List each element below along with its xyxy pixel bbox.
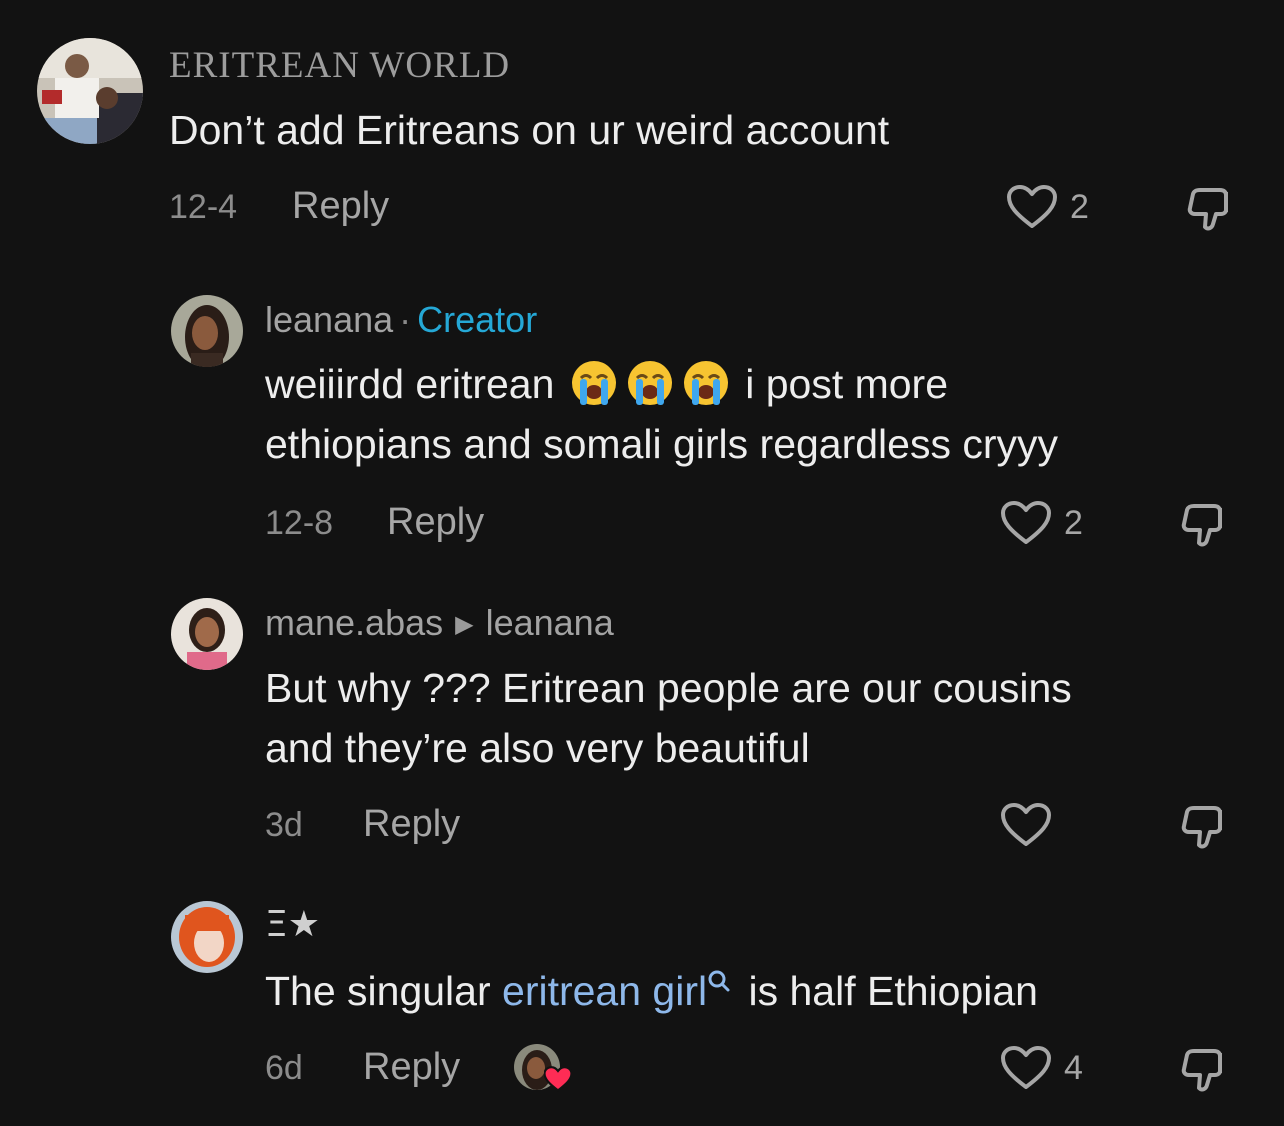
loudly-crying-face-emoji	[571, 361, 616, 406]
reply-to-name[interactable]: leanana	[486, 602, 614, 643]
comment-text: The singular eritrean girl is half Ethio…	[265, 961, 1038, 1021]
comment-date: 6d	[265, 1049, 303, 1087]
loudly-crying-face-emoji	[683, 361, 728, 406]
like-count: 2	[1064, 504, 1083, 542]
comment-text: Don’t add Eritreans on ur weird account	[169, 107, 890, 153]
comment-date: 3d	[265, 806, 303, 844]
avatar[interactable]	[37, 38, 143, 144]
reply-button[interactable]: Reply	[387, 501, 484, 544]
thumbs-down-icon[interactable]	[1186, 184, 1236, 234]
avatar[interactable]	[171, 901, 243, 973]
comment-author[interactable]: ERITREAN WORLD	[169, 44, 510, 87]
loudly-crying-face-emoji	[627, 361, 672, 406]
author-name[interactable]: leanana	[265, 299, 393, 340]
like-count: 2	[1070, 188, 1089, 226]
heart-icon	[544, 1066, 572, 1092]
separator: ·	[399, 299, 412, 340]
comment-text: But why ??? Eritrean people are our cous…	[265, 658, 1072, 778]
comment-text-part: weiiirdd eritrean	[265, 361, 555, 407]
reply-button[interactable]: Reply	[292, 185, 389, 228]
heart-icon[interactable]	[1000, 1045, 1052, 1091]
heart-icon[interactable]	[1000, 500, 1052, 546]
search-icon[interactable]	[707, 969, 731, 993]
avatar[interactable]	[171, 295, 243, 367]
creator-badge: Creator	[417, 299, 538, 340]
reply-button[interactable]: Reply	[363, 803, 460, 846]
reply-arrow-icon: ▶	[455, 611, 474, 638]
search-keyword-link[interactable]: eritrean girl	[502, 968, 707, 1014]
like-count: 4	[1064, 1049, 1083, 1087]
comment-text: weiiirdd eritrean i post more ethiopians…	[265, 354, 1058, 474]
comment-text-part: is half Ethiopian	[737, 968, 1038, 1014]
heart-icon[interactable]	[1000, 802, 1052, 848]
comment-text-part: and they’re also very beautiful	[265, 725, 810, 771]
thumbs-down-icon[interactable]	[1180, 802, 1230, 852]
thumbs-down-icon[interactable]	[1180, 500, 1230, 550]
comment-text-part: i post more	[745, 361, 949, 407]
comment-date: 12-4	[169, 188, 238, 226]
heart-icon[interactable]	[1006, 184, 1058, 230]
comment-text-part: The singular	[265, 968, 503, 1014]
author-name[interactable]: mane.abas	[265, 602, 443, 643]
comment-date: 12-8	[265, 504, 334, 542]
reply-button[interactable]: Reply	[363, 1046, 460, 1089]
comment-text-part: But why ??? Eritrean people are our cous…	[265, 665, 1072, 711]
comment-author[interactable]: leanana · Creator	[265, 299, 537, 341]
comment-text-part: ethiopians and somali girls regardless c…	[265, 421, 1059, 467]
comment-author[interactable]: Ξ★	[265, 904, 320, 945]
comment-author[interactable]: mane.abas ▶ leanana	[265, 602, 614, 644]
thumbs-down-icon[interactable]	[1180, 1045, 1230, 1095]
avatar[interactable]	[171, 598, 243, 670]
creator-liked-indicator	[514, 1044, 572, 1094]
